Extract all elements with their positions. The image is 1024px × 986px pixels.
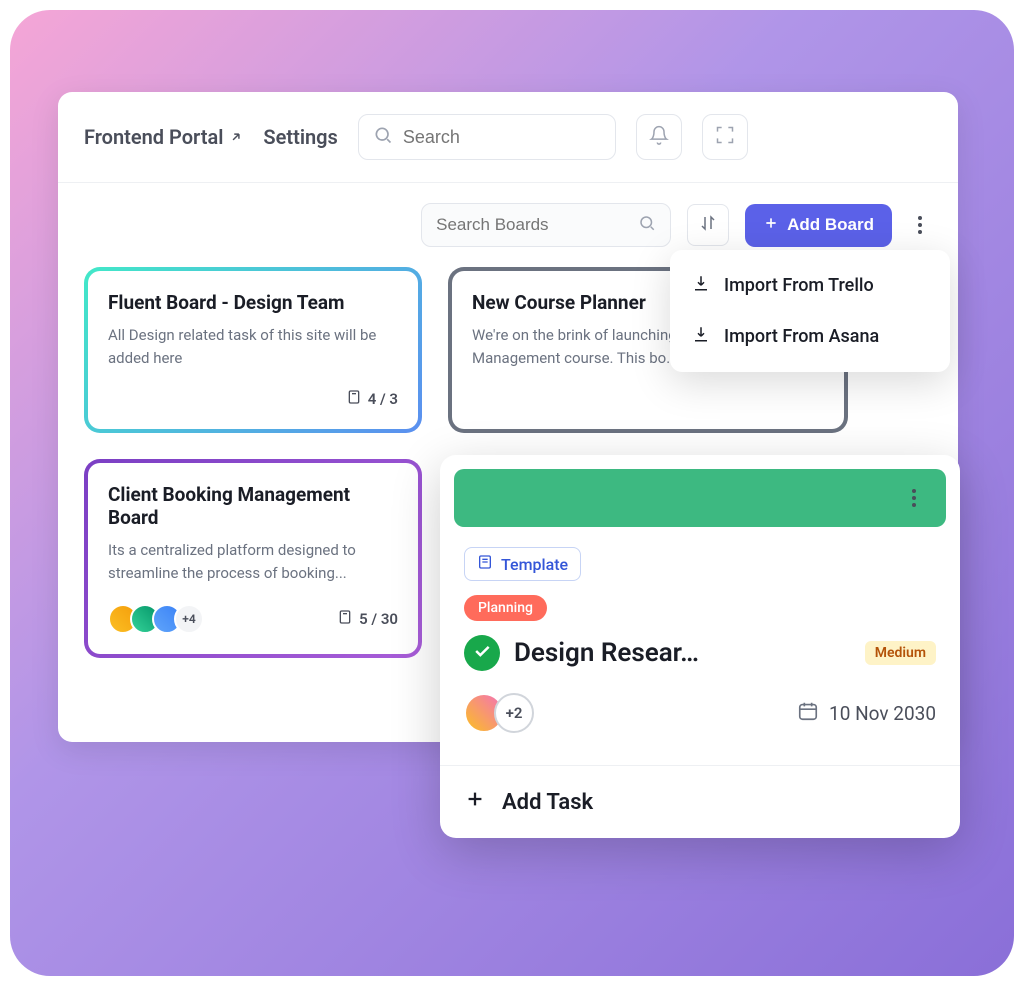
task-card: Template Planning Design Resear… Medium … [440,455,960,838]
download-icon [692,274,710,297]
avatar-more[interactable]: +4 [174,604,204,634]
import-trello-item[interactable]: Import From Trello [670,260,950,311]
bell-icon [649,125,669,149]
dropdown-item-label: Import From Asana [724,326,879,347]
search-boards-field[interactable] [421,203,671,247]
plus-icon [763,215,779,236]
calendar-icon [797,700,819,727]
fullscreen-button[interactable] [702,114,748,160]
settings-link[interactable]: Settings [263,125,337,149]
sort-button[interactable] [687,204,729,246]
task-header [454,469,946,527]
clipboard-icon [346,389,362,409]
avatar-more[interactable]: +2 [494,693,534,733]
task-title: Design Resear… [514,638,851,668]
check-icon [472,641,492,665]
board-task-count: 4 / 3 [346,389,398,409]
board-task-count: 5 / 30 [337,609,398,629]
board-description: Its a centralized platform designed to s… [108,539,398,584]
portal-label: Frontend Portal [84,125,223,149]
import-dropdown: Import From Trello Import From Asana [670,250,950,372]
planning-tag[interactable]: Planning [464,595,547,621]
plus-icon [464,788,486,816]
clipboard-icon [337,609,353,629]
task-check-button[interactable] [464,635,500,671]
board-description: All Design related task of this site wil… [108,324,398,369]
search-input[interactable] [403,127,601,148]
priority-badge: Medium [865,641,936,665]
template-badge[interactable]: Template [464,547,581,581]
settings-label: Settings [263,125,337,149]
global-search[interactable] [358,114,616,160]
task-more-button[interactable] [902,477,926,519]
template-label: Template [501,555,568,574]
more-vertical-icon [912,489,916,507]
board-card[interactable]: Fluent Board - Design Team All Design re… [84,267,422,433]
search-icon [373,125,393,149]
import-asana-item[interactable]: Import From Asana [670,311,950,362]
add-task-label: Add Task [502,790,593,815]
more-options-button[interactable] [908,204,932,246]
task-avatars: +2 [464,693,534,733]
board-title: Fluent Board - Design Team [108,291,398,314]
add-task-button[interactable]: Add Task [440,765,960,838]
frontend-portal-link[interactable]: Frontend Portal [84,125,243,149]
board-avatars: +4 [108,604,204,634]
more-vertical-icon [918,216,922,234]
notifications-button[interactable] [636,114,682,160]
external-link-icon [229,125,243,149]
task-due-date: 10 Nov 2030 [797,700,936,727]
fullscreen-icon [715,125,735,149]
add-board-button[interactable]: Add Board [745,204,892,247]
add-board-label: Add Board [787,215,874,235]
download-icon [692,325,710,348]
search-icon [638,214,656,236]
board-title: Client Booking Management Board [108,483,398,529]
template-icon [477,554,493,574]
sort-icon [699,214,717,236]
board-card[interactable]: Client Booking Management Board Its a ce… [84,459,422,658]
task-date-value: 10 Nov 2030 [829,702,936,725]
search-boards-input[interactable] [436,215,638,235]
dropdown-item-label: Import From Trello [724,275,874,296]
topbar: Frontend Portal Settings [58,92,958,183]
